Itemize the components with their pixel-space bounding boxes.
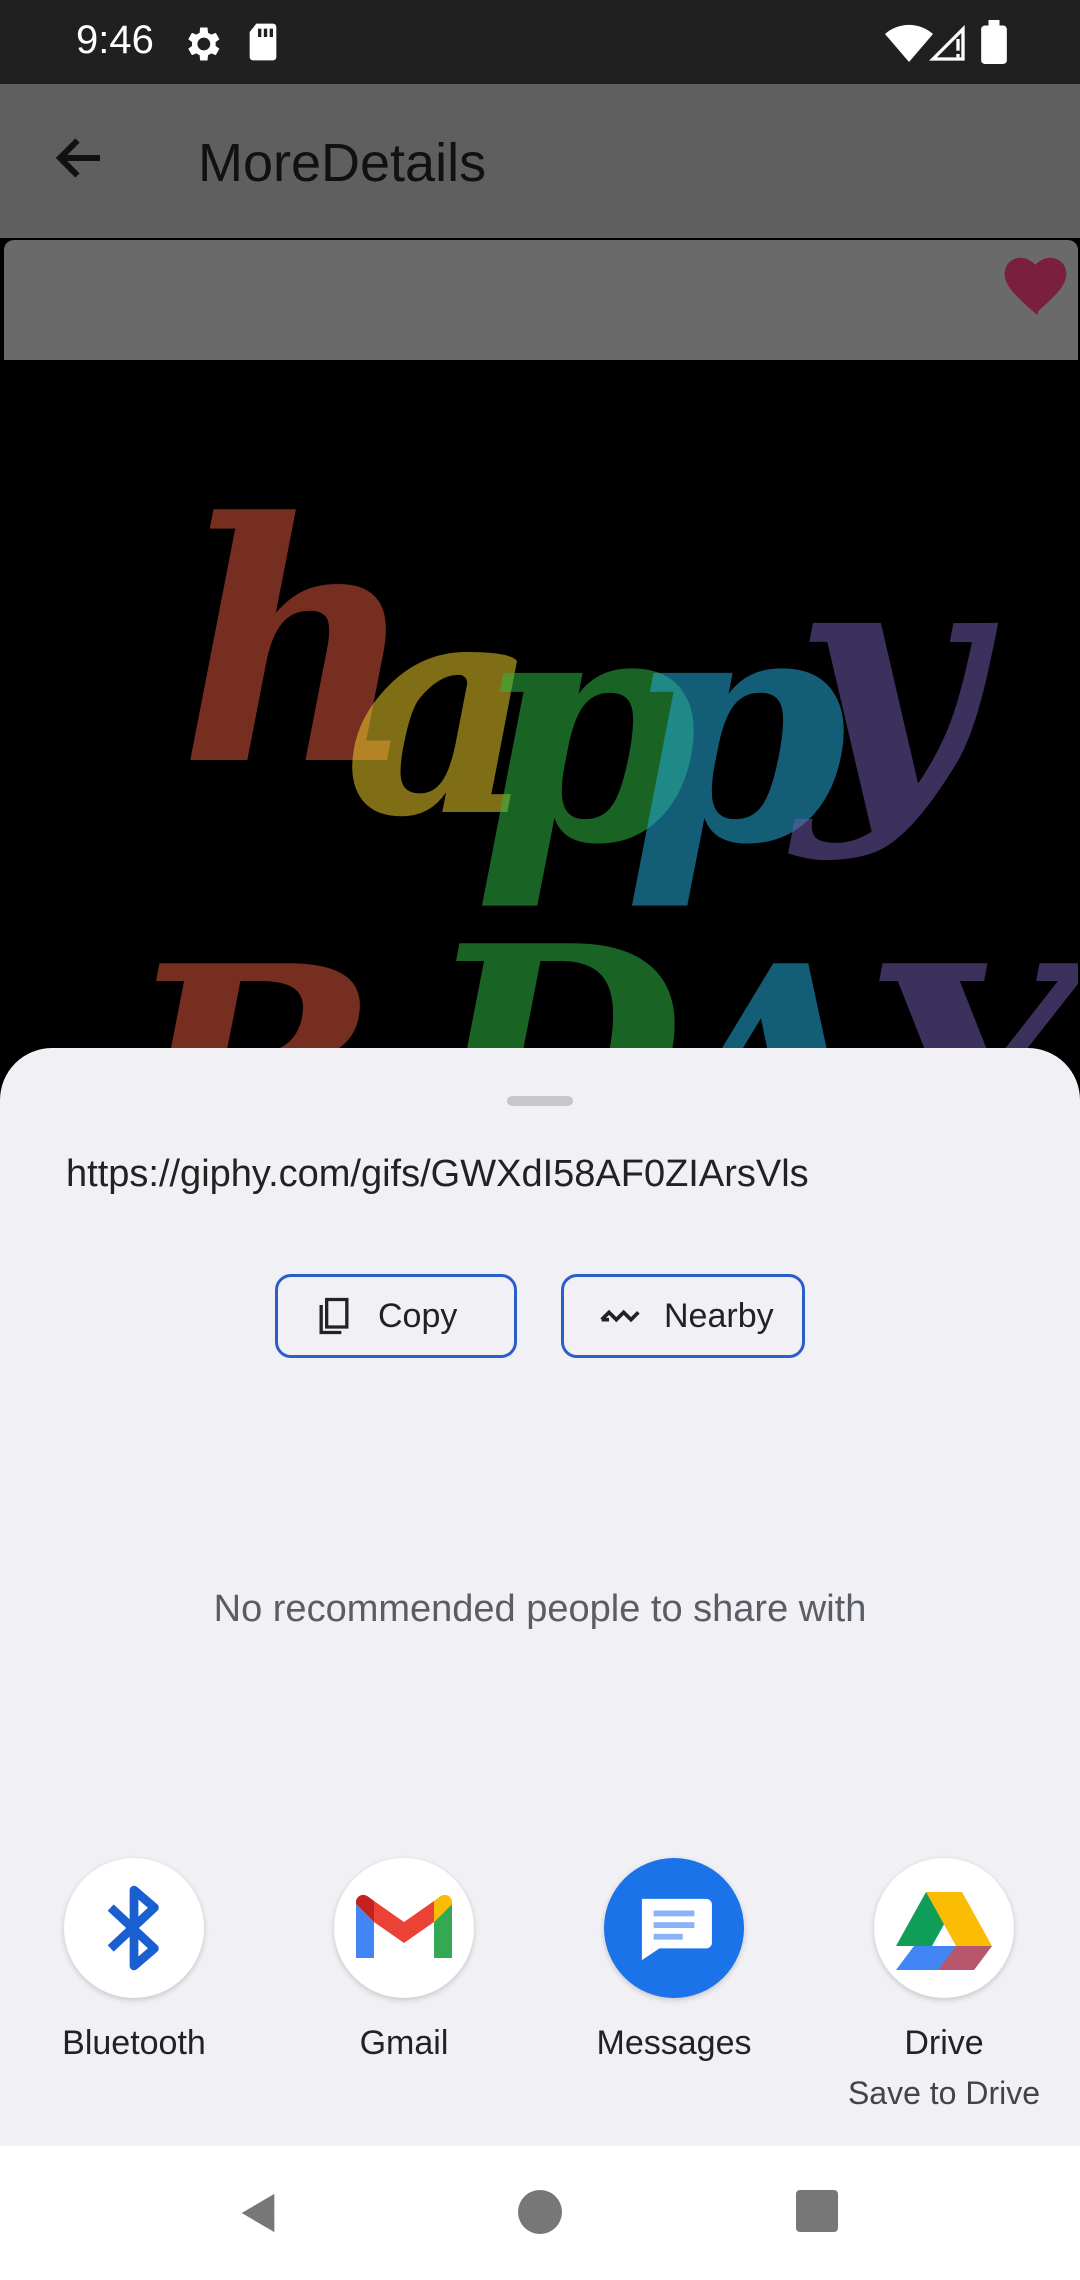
heart-icon[interactable]	[1000, 250, 1074, 318]
status-time: 9:46	[76, 18, 154, 62]
battery-icon	[981, 20, 1007, 64]
wifi-icon	[885, 24, 933, 62]
copy-button[interactable]: Copy	[275, 1274, 517, 1358]
drag-handle[interactable]	[507, 1096, 573, 1106]
gmail-icon	[334, 1858, 474, 1998]
share-sheet: https://giphy.com/gifs/GWXdI58AF0ZIArsVl…	[0, 1048, 1080, 2146]
share-target-label: Bluetooth	[62, 2024, 206, 2062]
share-target-label: Messages	[596, 2024, 752, 2062]
share-target-label: Gmail	[359, 2024, 449, 2062]
app-bar: MoreDetails	[0, 84, 1080, 238]
share-target-drive[interactable]: Drive Save to Drive	[834, 1858, 1054, 2112]
gif-letter: Y	[864, 900, 1078, 1060]
back-arrow-icon[interactable]	[50, 128, 110, 188]
gif-letter: A	[654, 900, 887, 1060]
copy-icon	[319, 1297, 349, 1335]
nearby-button[interactable]: Nearby	[561, 1274, 805, 1358]
page-title: MoreDetails	[198, 133, 487, 193]
gif-letter: y	[794, 490, 980, 865]
gif-image[interactable]: h a p p y B D A Y	[4, 360, 1078, 1060]
nav-recents-icon[interactable]	[796, 2190, 838, 2232]
share-target-messages[interactable]: Messages	[564, 1858, 784, 2063]
nav-back-icon[interactable]	[236, 2190, 282, 2236]
nav-home-icon[interactable]	[518, 2190, 562, 2234]
copy-label: Copy	[378, 1296, 458, 1335]
nearby-icon	[600, 1309, 640, 1323]
messages-icon	[604, 1858, 744, 1998]
share-target-gmail[interactable]: Gmail	[294, 1858, 514, 2063]
share-target-bluetooth[interactable]: Bluetooth	[24, 1858, 244, 2063]
signal-icon	[928, 24, 965, 61]
status-bar: 9:46	[0, 0, 1080, 84]
sd-card-icon	[249, 23, 277, 61]
drive-icon	[874, 1858, 1014, 1998]
nearby-label: Nearby	[664, 1296, 774, 1335]
no-recommendations-text: No recommended people to share with	[213, 1588, 867, 1630]
settings-icon	[188, 27, 220, 61]
card-header	[4, 240, 1078, 360]
bluetooth-icon	[64, 1858, 204, 1998]
share-target-subtitle: Save to Drive	[847, 2075, 1041, 2111]
share-url: https://giphy.com/gifs/GWXdI58AF0ZIArsVl…	[66, 1153, 809, 1195]
share-target-label: Drive	[904, 2024, 984, 2062]
gif-letter: D	[424, 880, 685, 1060]
gif-letter: B	[124, 900, 378, 1060]
navigation-bar	[0, 2146, 1080, 2280]
